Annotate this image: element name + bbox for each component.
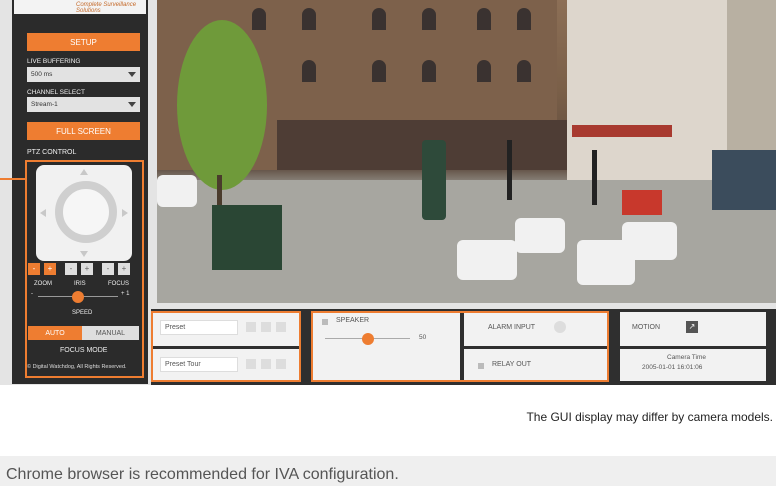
fullscreen-button[interactable]: FULL SCREEN bbox=[27, 122, 140, 140]
channel-select[interactable]: Stream-1 bbox=[27, 97, 140, 112]
ptz-callout-line bbox=[0, 178, 25, 180]
brand-logo: Complete Surveillance Solutions bbox=[14, 0, 146, 14]
zoom-out-button[interactable]: - bbox=[28, 263, 40, 275]
alarm-input-label: ALARM INPUT bbox=[488, 324, 536, 331]
preset-tour-placeholder: Preset Tour bbox=[165, 361, 201, 368]
brand-tagline: Complete Surveillance Solutions bbox=[76, 2, 137, 14]
camera-time-label: Camera Time bbox=[667, 354, 707, 361]
building-right bbox=[567, 0, 727, 180]
focus-label: FOCUS bbox=[108, 281, 129, 287]
arrow-down-icon[interactable] bbox=[80, 251, 88, 257]
window bbox=[477, 8, 491, 30]
speed-min-label: - bbox=[31, 291, 33, 297]
window bbox=[372, 8, 386, 30]
alarm-indicator-icon bbox=[554, 321, 566, 333]
barrier bbox=[622, 190, 662, 215]
live-buffering-value: 500 ms bbox=[31, 71, 53, 78]
live-buffering-select[interactable]: 500 ms bbox=[27, 67, 140, 82]
focus-far-button[interactable]: + bbox=[118, 263, 130, 275]
window bbox=[517, 60, 531, 82]
window bbox=[302, 8, 316, 30]
relay-out-label: RELAY OUT bbox=[492, 361, 532, 368]
car bbox=[515, 218, 565, 253]
preset-tour-play-button[interactable] bbox=[246, 359, 256, 369]
window bbox=[422, 8, 436, 30]
arrow-left-icon[interactable] bbox=[40, 209, 46, 217]
chevron-down-icon bbox=[128, 72, 136, 77]
ptz-control-label: PTZ CONTROL bbox=[27, 149, 77, 156]
relay-out-checkbox[interactable] bbox=[478, 363, 484, 369]
car bbox=[457, 240, 517, 280]
preset-delete-button[interactable] bbox=[276, 322, 286, 332]
browser-recommendation-banner: Chrome browser is recommended for IVA co… bbox=[0, 456, 776, 486]
car bbox=[157, 175, 197, 207]
zoom-label: ZOOM bbox=[34, 281, 52, 287]
chevron-down-icon bbox=[128, 102, 136, 107]
preset-go-button[interactable] bbox=[246, 322, 256, 332]
iris-open-button[interactable]: + bbox=[81, 263, 93, 275]
window bbox=[252, 8, 266, 30]
speed-max-label: + 1 bbox=[121, 291, 130, 297]
traffic-light bbox=[507, 140, 512, 200]
copyright-text: © Digital Watchdog, All Rights Reserved. bbox=[27, 364, 127, 370]
ptz-dial-ring[interactable] bbox=[55, 181, 117, 243]
preset-tour-settings-button[interactable] bbox=[276, 359, 286, 369]
window bbox=[302, 60, 316, 82]
arrow-up-icon[interactable] bbox=[80, 169, 88, 175]
preset-tour-stop-button[interactable] bbox=[261, 359, 271, 369]
preset-tour-select[interactable]: Preset Tour bbox=[160, 357, 238, 372]
focus-manual-toggle[interactable]: MANUAL bbox=[82, 326, 139, 340]
preset-select[interactable]: Preset bbox=[160, 320, 238, 335]
motion-label: MOTION bbox=[632, 324, 660, 331]
speed-label: SPEED bbox=[72, 310, 93, 316]
focus-auto-toggle[interactable]: AUTO bbox=[28, 326, 82, 340]
channel-select-label: CHANNEL SELECT bbox=[27, 89, 85, 96]
window bbox=[517, 8, 531, 30]
iris-close-button[interactable]: - bbox=[65, 263, 77, 275]
tree bbox=[177, 20, 267, 190]
window bbox=[477, 60, 491, 82]
bus bbox=[712, 150, 776, 210]
focus-mode-label: FOCUS MODE bbox=[60, 347, 108, 354]
focus-near-button[interactable]: - bbox=[102, 263, 114, 275]
live-video-feed[interactable] bbox=[157, 0, 776, 303]
speed-slider-knob[interactable] bbox=[72, 291, 84, 303]
window bbox=[422, 60, 436, 82]
arrow-right-icon[interactable] bbox=[122, 209, 128, 217]
audio-alarm-highlight bbox=[311, 311, 609, 382]
channel-select-value: Stream-1 bbox=[31, 101, 58, 108]
zoom-in-button[interactable]: + bbox=[44, 263, 56, 275]
preset-add-button[interactable] bbox=[261, 322, 271, 332]
preset-placeholder: Preset bbox=[165, 324, 186, 331]
shop-sign bbox=[572, 125, 672, 137]
browser-recommendation-text: Chrome browser is recommended for IVA co… bbox=[6, 466, 399, 483]
setup-button[interactable]: SETUP bbox=[27, 33, 140, 51]
car bbox=[622, 222, 677, 260]
gui-disclaimer-caption: The GUI display may differ by camera mod… bbox=[526, 410, 773, 424]
camera-time-value: 2005-01-01 16:01:06 bbox=[642, 364, 703, 371]
motion-running-icon: ↗ bbox=[686, 321, 698, 333]
traffic-light bbox=[592, 150, 597, 205]
window bbox=[372, 60, 386, 82]
live-buffering-label: LIVE BUFFERING bbox=[27, 58, 81, 65]
bus-shelter bbox=[212, 205, 282, 270]
advertising-column bbox=[422, 140, 446, 220]
building-edge bbox=[727, 0, 776, 170]
iris-label: IRIS bbox=[74, 281, 86, 287]
